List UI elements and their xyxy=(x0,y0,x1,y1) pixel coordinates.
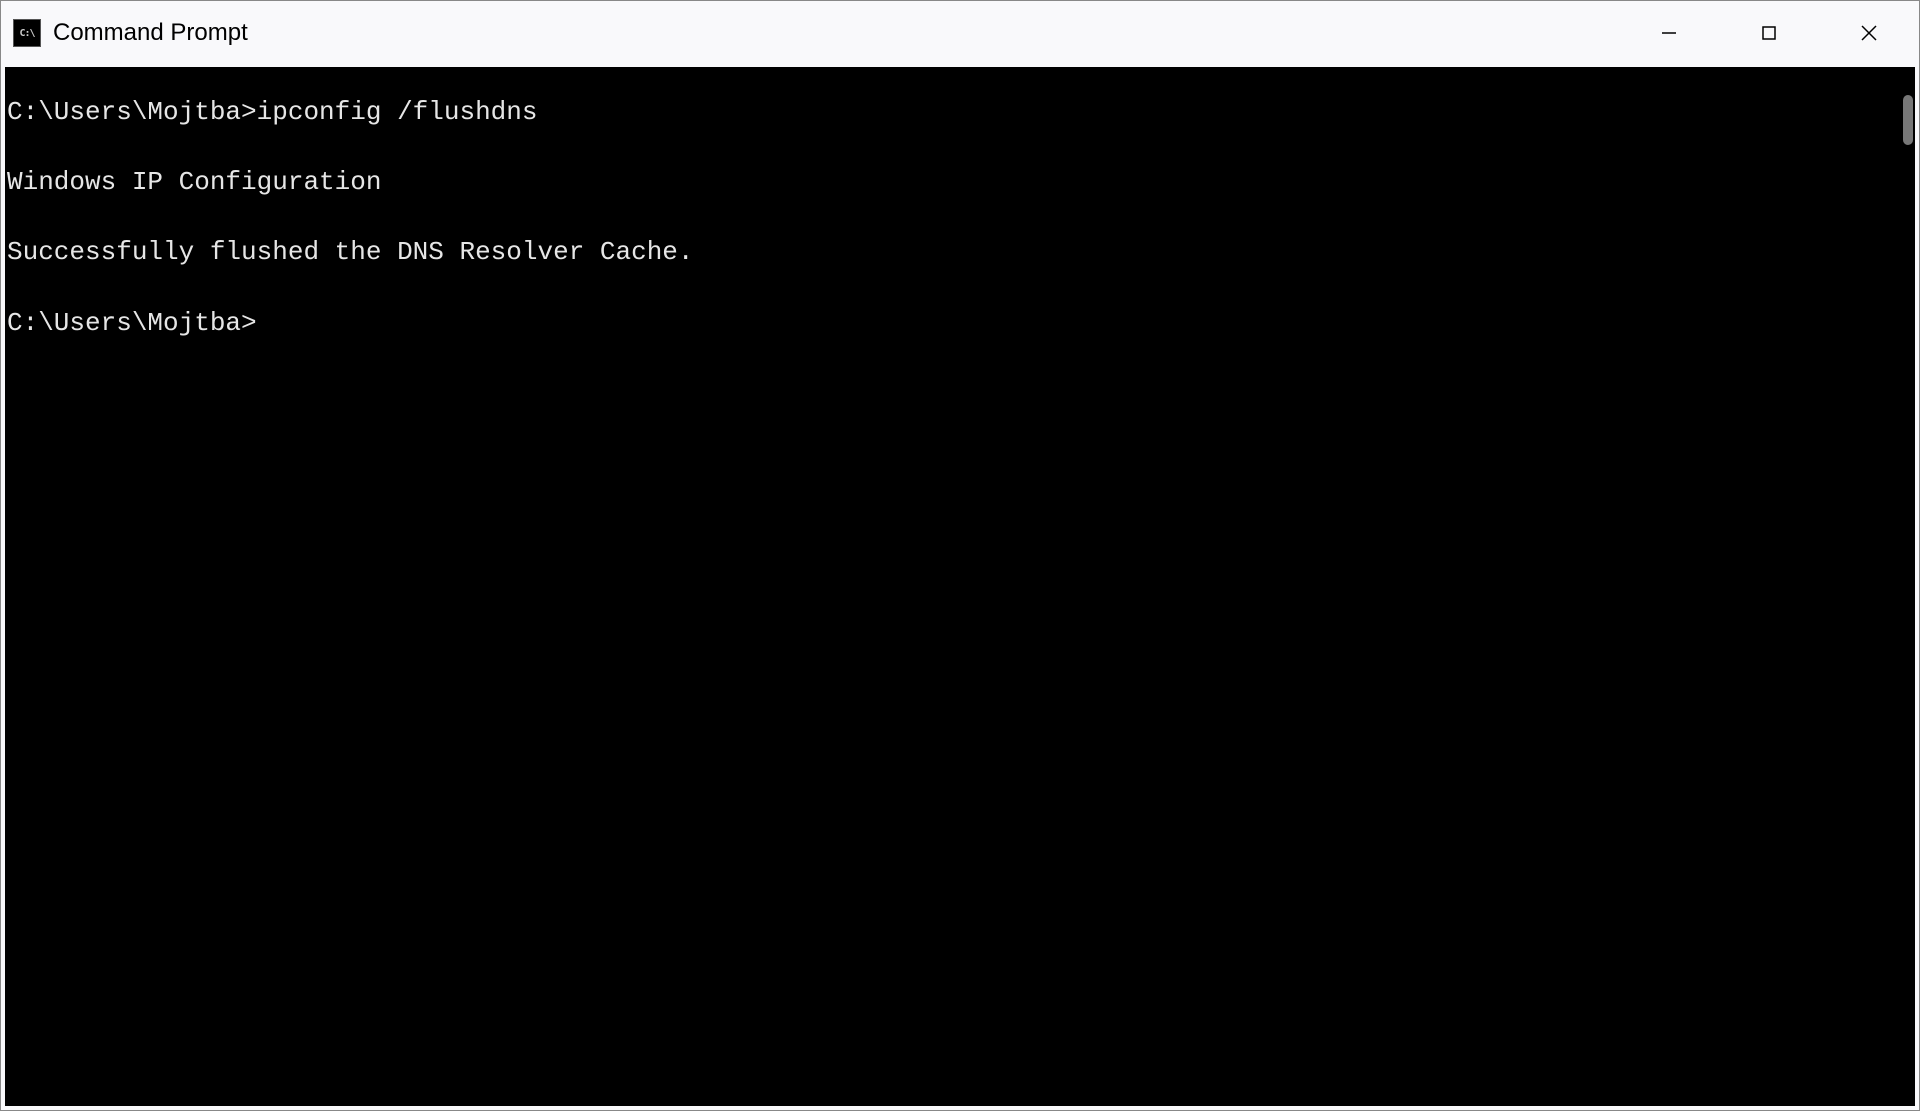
scrollbar-track[interactable] xyxy=(1891,67,1915,1106)
app-icon-label: C:\ xyxy=(19,28,34,39)
minimize-button[interactable] xyxy=(1619,1,1719,65)
app-icon: C:\ xyxy=(13,19,41,47)
maximize-button[interactable] xyxy=(1719,1,1819,65)
minimize-icon xyxy=(1660,24,1678,42)
terminal-line xyxy=(5,200,1891,235)
terminal-line: C:\Users\Mojtba> xyxy=(5,306,1891,341)
terminal-line: C:\Users\Mojtba>ipconfig /flushdns xyxy=(5,95,1891,130)
command-prompt-window: C:\ Command Prompt C:\Users\Moj xyxy=(0,0,1920,1111)
close-icon xyxy=(1859,23,1879,43)
terminal-container: C:\Users\Mojtba>ipconfig /flushdns Windo… xyxy=(5,67,1915,1106)
scrollbar-thumb[interactable] xyxy=(1903,95,1913,145)
window-controls xyxy=(1619,1,1919,65)
terminal-line xyxy=(5,130,1891,165)
window-title: Command Prompt xyxy=(53,19,248,47)
terminal-output[interactable]: C:\Users\Mojtba>ipconfig /flushdns Windo… xyxy=(5,67,1891,1106)
terminal-line xyxy=(5,270,1891,305)
maximize-icon xyxy=(1760,24,1778,42)
terminal-line: Successfully flushed the DNS Resolver Ca… xyxy=(5,235,1891,270)
terminal-line: Windows IP Configuration xyxy=(5,165,1891,200)
close-button[interactable] xyxy=(1819,1,1919,65)
titlebar[interactable]: C:\ Command Prompt xyxy=(1,1,1919,65)
